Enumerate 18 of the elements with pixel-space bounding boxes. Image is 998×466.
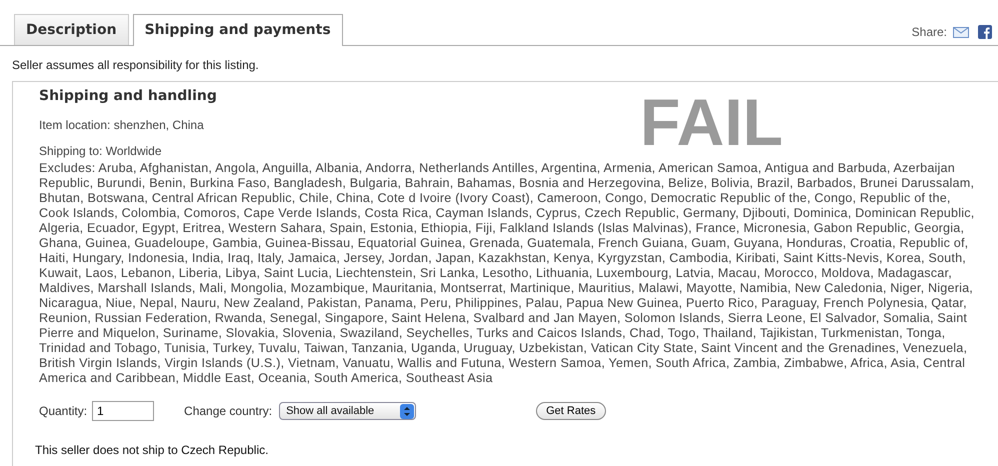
shipping-message: This seller does not ship to Czech Republic. [35,443,270,457]
mail-icon[interactable] [953,26,969,38]
item-location: Item location: shenzhen, China [39,118,205,132]
excluded-countries: Excludes: Aruba, Afghanistan, Angola, Anguilla, Albania, Andorra, Netherlands Antilles, Argentina, Armenia, American Samoa, Antigua and Barbuda, Azerbaijan Republic, Burundi, Benin, Burkina Faso, Bangladesh, Bulgaria, Bahrain, Bahamas, Bosnia and Herzegovina, Belize, Bolivia, Brazil, Barbados, Brunei Darussalam, Bhutan, Botswana, Central African Republic, Chile, China, Cote d Ivoire (Ivory Coast), Cameroon, Congo, Democratic Republic of the, Congo, Republic of the, Cook Islands, Colombia, Comoros, Cape Verde Islands, Costa Rica, Cayman Islands, Cyprus, Czech Republic, Germany, Djibouti, Dominica, Dominican Republic, Algeria, Ecuador, Egypt, Eritrea, Western Sahara, Spain, Estonia, Ethiopia, Fiji, Falkland Islands (Islas Malvinas), France, Micronesia, Gabon Republic, Georgia, Ghana, Guinea, Guadeloupe, Gambia, Guinea-Bissau, Equatorial Guinea, Grenada, Guatemala, French Guiana, Guam, Guyana, Honduras, Croatia, Republic of, Haiti, Hungary, Indonesia, India, Iraq, Italy, Jamaica, Jersey, Jordan, Japan, Kazakhstan, Kenya, Kyrgyzstan, Cambodia, Kiribati, Saint Kitts-Nevis, Korea, South, Kuwait, Laos, Lebanon, Liberia, Libya, Saint Lucia, Liechtenstein, Sri Lanka, Lesotho, Lithuania, Luxembourg, Latvia, Macau, Morocco, Moldova, Madagascar, Maldives, Marshall Islands, Mali, Mongolia, Mozambique, Mauritania, Montserrat, Martinique, Mauritius, Malawi, Mayotte, Namibia, New Caledonia, Niger, Nigeria, Nicaragua, Niue, Nepal, Nauru, New Zealand, Pakistan, Panama, Peru, Philippines, Palau, Papua New Guinea, Puerto Rico, Paraguay, French Polynesia, Qatar, Reunion, Russian Federation, Rwanda, Senegal, Singapore, Saint Helena, Svalbard and Jan Mayen, Solomon Islands, Sierra Leone, El Salvador, Somalia, Saint Pierre and Miquelon, Suriname, Slovakia, Slovenia, Swaziland, Seychelles, Turks and Caicos Islands, Chad, Togo, Thailand, Tajikistan, Turkmenistan, Tonga, Trinidad and Tobago, Tunisia, Turkey, Tuvalu, Taiwan, Tanzania, Uganda, Uruguay, Uzbekistan, Vatican City State, Saint Vincent and the Grenadines, Venezuela, British Virgin Islands, Virgin Islands (U.S.), Vietnam, Vanuatu, Wallis and Futuna, Western Samoa, Yemen, South Africa, Zambia, Zimbabwe, Africa, Asia, Central America and Caribbean, Middle East, Oceania, South America, Southeast Asia [39,161,976,386]
dropdown-arrows-icon [400,404,414,418]
section-title: Shipping and handling [39,88,218,104]
quantity-label: Quantity: [39,404,88,418]
quantity-field[interactable]: 1 [92,401,154,421]
shipping-destination: Shipping to: Worldwide [39,144,163,158]
tab[interactable]: Shipping and payments [132,14,343,46]
tab[interactable]: Description [14,14,129,45]
country-label: Change country: [184,404,272,418]
notice-text: Seller assumes all responsibility for this listing. [12,58,260,72]
share-label: Share: [912,25,947,39]
facebook-icon[interactable] [978,25,992,39]
overlay-text: FAIL [640,84,783,161]
country-select[interactable]: Show all available [279,402,416,420]
get-rates-button[interactable]: Get Rates [536,402,606,420]
